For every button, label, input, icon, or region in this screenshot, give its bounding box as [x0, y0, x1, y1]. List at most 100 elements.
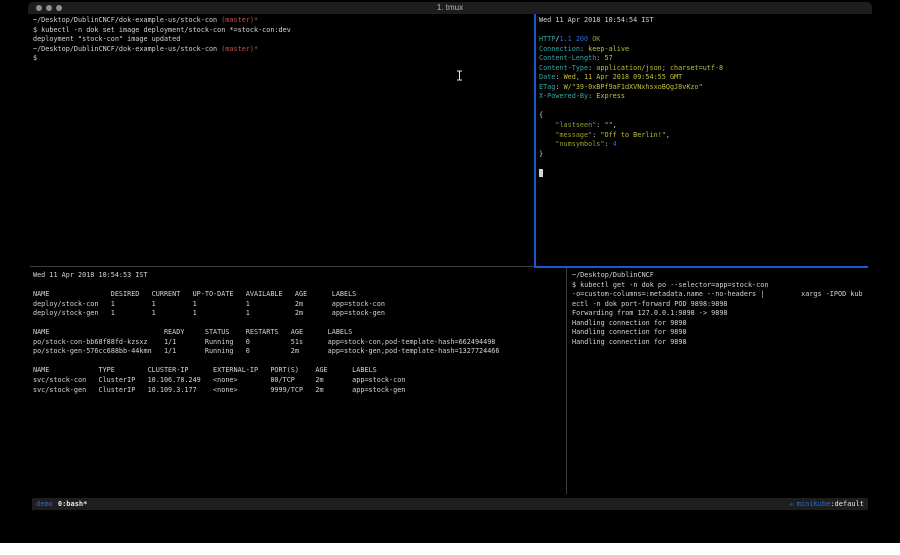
terminal-text-segment: "lastseen" [555, 121, 596, 129]
terminal-line: NAME DESIRED CURRENT UP-TO-DATE AVAILABL… [33, 290, 563, 300]
terminal-text-segment: 200 [576, 35, 588, 43]
terminal-text-segment [539, 121, 555, 129]
terminal-text-segment: (master)* [221, 45, 258, 53]
terminal-line [539, 159, 869, 169]
terminal-text-segment: } [539, 150, 543, 158]
zoom-button[interactable] [56, 5, 62, 11]
terminal-line: po/stock-con-bb68f88fd-kzsxz 1/1 Running… [33, 338, 563, 348]
terminal-line: Wed 11 Apr 2018 10:54:53 IST [33, 271, 563, 281]
terminal-text-segment: 1.1 [559, 35, 571, 43]
pane-top-left-shell[interactable]: ~/Desktop/DublinCNCF/dok-example-us/stoc… [33, 15, 531, 266]
terminal-text-segment: $ kubectl -n dok set image deployment/st… [33, 26, 291, 34]
terminal-text-segment: Handling connection for 9898 [572, 319, 687, 327]
terminal-line [539, 102, 869, 112]
terminal-text-segment: deploy/stock-gen 1 1 1 1 2m app=stock-ge… [33, 309, 385, 317]
terminal-line: } [539, 150, 869, 160]
terminal-window: 1. tmux ~/Desktop/DublinCNCF/dok-example… [28, 2, 872, 512]
terminal-line: Connection: keep-alive [539, 45, 869, 55]
terminal-text-segment: HTTP [539, 35, 555, 43]
terminal-line [539, 26, 869, 36]
terminal-text-segment: "Off to Berlin!" [600, 131, 665, 139]
terminal-line [33, 281, 563, 291]
terminal-text-segment: NAME TYPE CLUSTER-IP EXTERNAL-IP PORT(S)… [33, 366, 377, 374]
terminal-line [539, 169, 869, 179]
terminal-line: po/stock-gen-576cc688bb-44kmn 1/1 Runnin… [33, 347, 563, 357]
terminal-text-segment: deploy/stock-con 1 1 1 1 2m app=stock-co… [33, 300, 385, 308]
terminal-line: Content-Length: 57 [539, 54, 869, 64]
tmux-status-bar: demo 0:bash* ✳ minikube:default [32, 498, 868, 510]
session-name: demo [36, 500, 53, 508]
terminal-line [33, 357, 563, 367]
window-titlebar[interactable]: 1. tmux [28, 2, 872, 14]
terminal-line: "lastseen": "", [539, 121, 869, 131]
terminal-text-segment: W/"39-0xBPf9aF1dXVNxhsxoBQgJ8vKzo" [564, 83, 703, 91]
terminal-text-segment: , [613, 121, 617, 129]
terminal-line: svc/stock-gen ClusterIP 10.109.3.177 <no… [33, 386, 563, 396]
terminal-line: $ [33, 54, 531, 64]
close-button[interactable] [36, 5, 42, 11]
terminal-text-segment: ~/Desktop/DublinCNCF/dok-example-us/stoc… [33, 45, 221, 53]
terminal-text-segment: NAME READY STATUS RESTARTS AGE LABELS [33, 328, 352, 336]
terminal-text-segment [539, 169, 543, 177]
terminal-line: Date: Wed, 11 Apr 2018 09:54:55 GMT [539, 73, 869, 83]
terminal-line: NAME TYPE CLUSTER-IP EXTERNAL-IP PORT(S)… [33, 366, 563, 376]
terminal-text-segment: { [539, 111, 543, 119]
terminal-text-segment: Content-Length [539, 54, 596, 62]
terminal-line: ETag: W/"39-0xBPf9aF1dXVNxhsxoBQgJ8vKzo" [539, 83, 869, 93]
terminal-text-segment: svc/stock-gen ClusterIP 10.109.3.177 <no… [33, 386, 405, 394]
terminal-text-segment: (master)* [221, 16, 258, 24]
terminal-line: X-Powered-By: Express [539, 92, 869, 102]
window-title: 1. tmux [28, 2, 872, 14]
kube-context-label: minikube [797, 500, 831, 508]
terminal-line: ectl -n dok port-forward POD 9898:9898 [572, 300, 869, 310]
pane-bottom-right-port-forward[interactable]: ~/Desktop/DublinCNCF $ kubectl get -n dok… [572, 270, 869, 494]
terminal-line: Handling connection for 9898 [572, 338, 869, 348]
mouse-ibeam-cursor [456, 70, 463, 81]
terminal-text-segment: : [580, 45, 588, 53]
terminal-line: NAME READY STATUS RESTARTS AGE LABELS [33, 328, 563, 338]
terminal-text-segment: Wed 11 Apr 2018 10:54:53 IST [33, 271, 148, 279]
terminal-text-segment: Wed, 11 Apr 2018 09:54:55 GMT [564, 73, 683, 81]
kubernetes-helm-icon: ✳ [789, 500, 793, 508]
terminal-line: "numsymbols": 4 [539, 140, 869, 150]
terminal-text-segment: "" [604, 121, 612, 129]
terminal-line: deploy/stock-con 1 1 1 1 2m app=stock-co… [33, 300, 563, 310]
terminal-line: -o=custom-columns=:metadata.name --no-he… [572, 290, 869, 300]
terminal-text-segment [539, 131, 555, 139]
pane-bottom-left-kubectl-watch[interactable]: Wed 11 Apr 2018 10:54:53 IST NAME DESIRED… [33, 270, 563, 494]
terminal-text-segment: ~/Desktop/DublinCNCF [572, 271, 654, 279]
terminal-line: Handling connection for 9898 [572, 319, 869, 329]
pane-border-vertical-bottom[interactable] [566, 268, 567, 494]
status-bar-left: demo 0:bash* [36, 498, 87, 510]
terminal-text-segment: Handling connection for 9898 [572, 328, 687, 336]
kube-namespace-label: :default [830, 500, 864, 508]
terminal-text-segment: 57 [604, 54, 612, 62]
terminal-text-segment: , [666, 131, 670, 139]
terminal-text-segment: Connection [539, 45, 580, 53]
terminal-line [33, 319, 563, 329]
pane-border-horizontal[interactable] [30, 266, 534, 267]
terminal-line: ~/Desktop/DublinCNCF [572, 271, 869, 281]
terminal-text-segment: X-Powered-By [539, 92, 588, 100]
terminal-line: deploy/stock-gen 1 1 1 1 2m app=stock-ge… [33, 309, 563, 319]
active-pane-border-horizontal[interactable] [534, 266, 868, 268]
terminal-text-segment: keep-alive [588, 45, 629, 53]
terminal-text-segment: Content-Type [539, 64, 588, 72]
terminal-text-segment: $ kubectl get -n dok po --selector=app=s… [572, 281, 768, 289]
minimize-button[interactable] [46, 5, 52, 11]
terminal-line: ~/Desktop/DublinCNCF/dok-example-us/stoc… [33, 16, 531, 26]
terminal-text-segment: Date [539, 73, 555, 81]
terminal-line: "message": "Off to Berlin!", [539, 131, 869, 141]
active-window-item[interactable]: 0:bash* [58, 500, 88, 508]
terminal-text-segment: ETag [539, 83, 555, 91]
pane-top-right-http-response[interactable]: Wed 11 Apr 2018 10:54:54 ISTHTTP/1.1 200… [539, 15, 869, 266]
terminal-text-segment: $ [33, 54, 37, 62]
active-pane-border-vertical[interactable] [534, 14, 536, 267]
terminal-text-segment: Wed 11 Apr 2018 10:54:54 IST [539, 16, 654, 24]
status-bar-right: ✳ minikube:default [789, 498, 864, 510]
terminal-text-segment: : [555, 83, 563, 91]
terminal-text-segment: application/json; charset=utf-8 [596, 64, 723, 72]
terminal-line: deployment "stock-con" image updated [33, 35, 531, 45]
terminal-text-segment: NAME DESIRED CURRENT UP-TO-DATE AVAILABL… [33, 290, 356, 298]
terminal-text-segment [539, 140, 555, 148]
